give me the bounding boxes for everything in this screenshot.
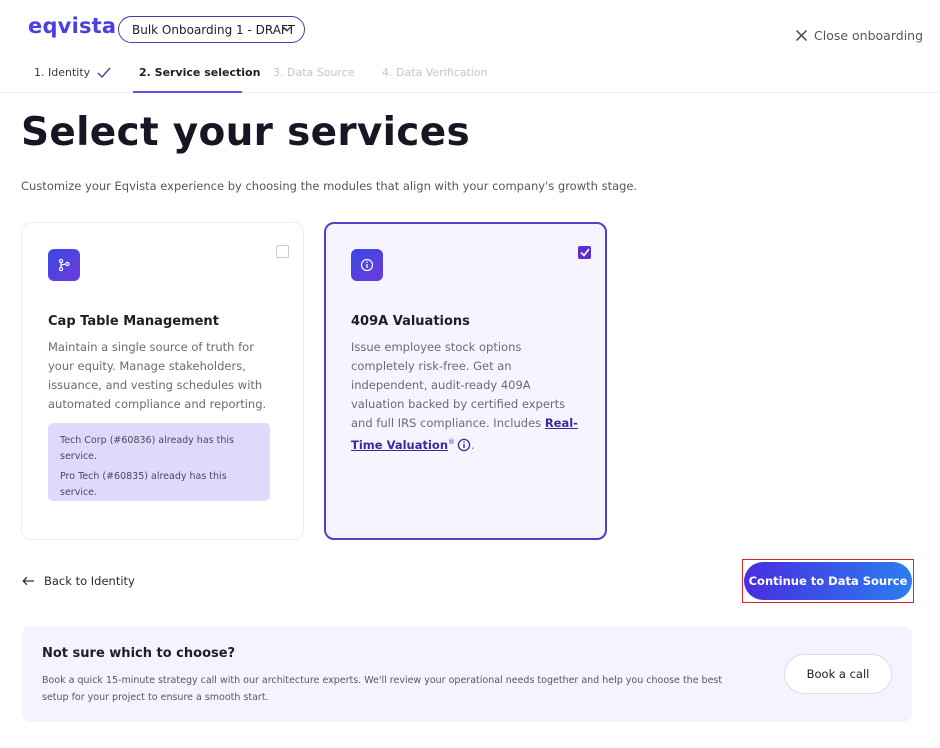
check-icon xyxy=(97,67,111,78)
cap-table-checkbox[interactable] xyxy=(276,245,289,258)
info-badge-icon xyxy=(351,249,383,281)
step-data-verification: 4. Data Verification xyxy=(382,66,488,79)
valuation-checkbox[interactable] xyxy=(578,246,591,259)
valuation-card[interactable]: 409A Valuations Issue employee stock opt… xyxy=(324,222,607,540)
step-identity-label: 1. Identity xyxy=(34,66,91,79)
continue-to-data-source-button[interactable]: Continue to Data Source xyxy=(744,562,912,600)
back-to-identity-button[interactable]: Back to Identity xyxy=(22,574,135,588)
check-icon xyxy=(579,248,590,257)
help-title: Not sure which to choose? xyxy=(42,646,236,661)
close-onboarding-button[interactable]: Close onboarding xyxy=(795,28,923,43)
onboarding-select-value: Bulk Onboarding 1 - DRAFT xyxy=(132,22,295,37)
eqvista-logo[interactable]: eqvista xyxy=(28,14,116,38)
registered-mark: ® xyxy=(448,438,456,446)
book-a-call-button[interactable]: Book a call xyxy=(784,654,892,694)
step-data-source: 3. Data Source xyxy=(273,66,355,79)
cap-table-description: Maintain a single source of truth for yo… xyxy=(48,340,267,411)
onboarding-select[interactable]: Bulk Onboarding 1 - DRAFT xyxy=(118,16,305,43)
branch-icon xyxy=(48,249,80,281)
notice-line: Tech Corp (#60836) already has this serv… xyxy=(60,435,234,462)
header: eqvista Bulk Onboarding 1 - DRAFT Close … xyxy=(0,0,940,93)
notice-line: Pro Tech (#60835) already has this servi… xyxy=(60,471,227,498)
info-icon[interactable] xyxy=(457,438,471,452)
cap-table-card[interactable]: Cap Table Management Maintain a single s… xyxy=(21,222,304,540)
page-title: Select your services xyxy=(21,110,470,155)
valuation-description: Issue employee stock options completely … xyxy=(351,338,583,455)
active-step-indicator xyxy=(133,91,242,93)
close-onboarding-label: Close onboarding xyxy=(814,28,924,43)
arrow-left-icon xyxy=(22,576,34,586)
step-service-selection[interactable]: 2. Service selection xyxy=(139,66,260,79)
close-icon xyxy=(795,29,808,42)
back-label: Back to Identity xyxy=(44,574,135,588)
stepper: 1. Identity 2. Service selection 3. Data… xyxy=(0,62,940,93)
cap-table-title: Cap Table Management xyxy=(48,314,219,329)
step-identity[interactable]: 1. Identity xyxy=(34,66,111,79)
help-description: Book a quick 15-minute strategy call wit… xyxy=(42,675,723,703)
page-subtitle: Customize your Eqvista experience by cho… xyxy=(21,179,638,193)
valuation-description-text: Issue employee stock options completely … xyxy=(351,340,566,430)
valuation-description-end: . xyxy=(471,437,475,452)
valuation-title: 409A Valuations xyxy=(351,314,470,329)
chevron-down-icon xyxy=(283,26,291,32)
existing-service-notice: Tech Corp (#60836) already has this serv… xyxy=(48,423,270,501)
help-panel: Not sure which to choose? Book a quick 1… xyxy=(22,626,912,722)
